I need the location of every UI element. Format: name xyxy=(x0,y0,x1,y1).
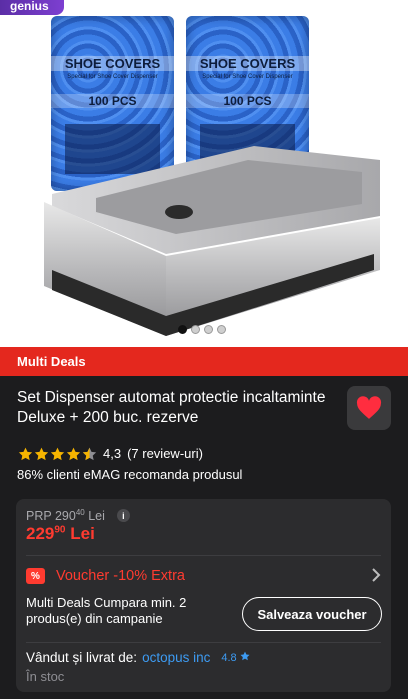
voucher-row[interactable]: % Voucher -10% Extra xyxy=(26,564,381,588)
rating-row[interactable]: 4,3 (7 review-uri) xyxy=(18,446,203,461)
prp-int: 290 xyxy=(54,509,76,524)
prp-dec: 40 xyxy=(75,508,85,517)
genius-badge: genius xyxy=(0,0,64,15)
product-title: Set Dispenser automat protectie incaltam… xyxy=(17,389,326,426)
divider xyxy=(26,642,381,643)
rating-stars xyxy=(18,447,97,461)
voucher-label: Voucher -10% Extra xyxy=(56,568,185,584)
pack-count: 100 PCS xyxy=(186,94,309,108)
star-half-icon xyxy=(82,447,97,460)
pack-subtitle: Special for Shoe Cover Dispenser xyxy=(67,74,158,80)
save-voucher-button[interactable]: Salveaza voucher xyxy=(242,597,382,631)
price-currency: Lei xyxy=(70,524,95,543)
divider xyxy=(26,555,381,556)
voucher-description: Multi Deals Cumpara min. 2 produs(e) din… xyxy=(26,595,187,626)
star-icon xyxy=(18,447,33,460)
seller-label: Vândut și livrat de: xyxy=(26,650,138,665)
price-dec: 90 xyxy=(54,524,66,536)
stock-status: În stoc xyxy=(26,669,65,684)
gallery-dot[interactable] xyxy=(204,325,213,334)
pack-title: SHOE COVERS xyxy=(186,56,309,71)
review-count[interactable]: (7 review-uri) xyxy=(127,446,203,461)
product-image-gallery[interactable]: genius SHOE COVERS Special for Shoe Cove… xyxy=(0,0,408,347)
gallery-dot[interactable] xyxy=(217,325,226,334)
gallery-pagination[interactable] xyxy=(178,325,226,334)
prp-label: PRP xyxy=(26,509,52,524)
prp-currency: Lei xyxy=(88,509,105,524)
recommend-text: 86% clienti eMAG recomanda produsul xyxy=(17,467,243,482)
seller-rating: 4.8 xyxy=(221,651,250,664)
gallery-dot[interactable] xyxy=(178,325,187,334)
deal-label: Multi Deals xyxy=(17,354,86,369)
info-icon[interactable]: i xyxy=(116,509,130,523)
seller-score-value: 4.8 xyxy=(221,652,237,664)
seller-row: Vândut și livrat de: octopus inc 4.8 xyxy=(26,650,250,665)
star-icon xyxy=(240,651,250,661)
pack-title: SHOE COVERS xyxy=(51,56,174,71)
chevron-right-icon xyxy=(371,568,381,587)
prp-price: PRP 29040 Lei i xyxy=(26,508,130,523)
heart-icon xyxy=(356,396,382,419)
multi-deals-banner[interactable]: Multi Deals xyxy=(0,347,408,376)
current-price: 22990 Lei xyxy=(26,524,95,544)
star-icon xyxy=(34,447,49,460)
pack-count: 100 PCS xyxy=(51,94,174,108)
favorite-button[interactable] xyxy=(347,386,391,430)
price-int: 229 xyxy=(26,524,55,543)
star-icon xyxy=(66,447,81,460)
rating-value: 4,3 xyxy=(103,446,122,461)
pack-subtitle: Special for Shoe Cover Dispenser xyxy=(202,74,293,80)
voucher-percent-icon: % xyxy=(26,568,45,584)
price-card: PRP 29040 Lei i 22990 Lei % Voucher -10%… xyxy=(16,499,391,692)
seller-link[interactable]: octopus inc xyxy=(142,650,210,665)
gallery-dot[interactable] xyxy=(191,325,200,334)
star-icon xyxy=(50,447,65,460)
dispenser-image xyxy=(44,146,380,336)
